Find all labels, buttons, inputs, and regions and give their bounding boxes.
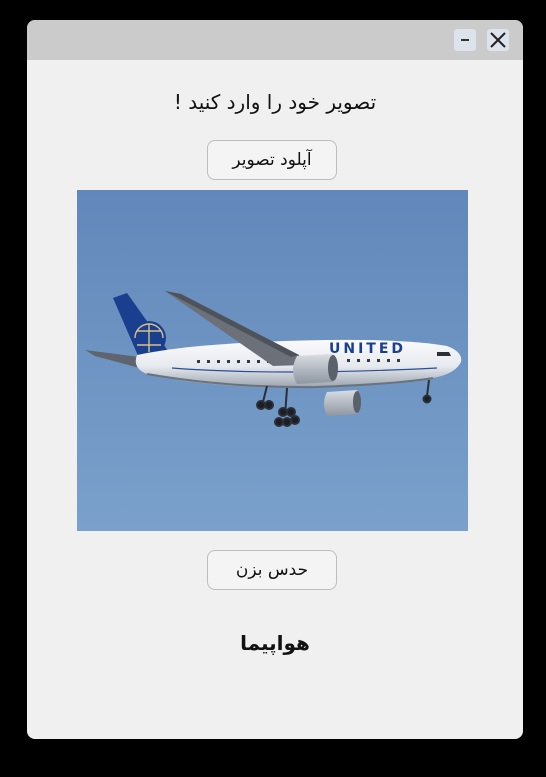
detect-button[interactable]: حدس بزن xyxy=(207,550,337,590)
app-window: تصویر خود را وارد کنید ! آپلود تصویر UNI… xyxy=(27,20,523,739)
close-icon xyxy=(490,32,506,48)
airplane-image: UNITED xyxy=(77,190,468,531)
prediction-result: هواپیما xyxy=(240,631,310,655)
title-bar xyxy=(27,20,523,60)
livery-text: UNITED xyxy=(329,341,406,357)
close-button[interactable] xyxy=(487,29,509,51)
minimize-button[interactable] xyxy=(454,29,476,51)
page-heading: تصویر خود را وارد کنید ! xyxy=(173,90,377,114)
minimize-icon xyxy=(461,39,469,41)
uploaded-image: UNITED xyxy=(77,190,468,531)
upload-image-button[interactable]: آپلود تصویر xyxy=(207,140,337,180)
